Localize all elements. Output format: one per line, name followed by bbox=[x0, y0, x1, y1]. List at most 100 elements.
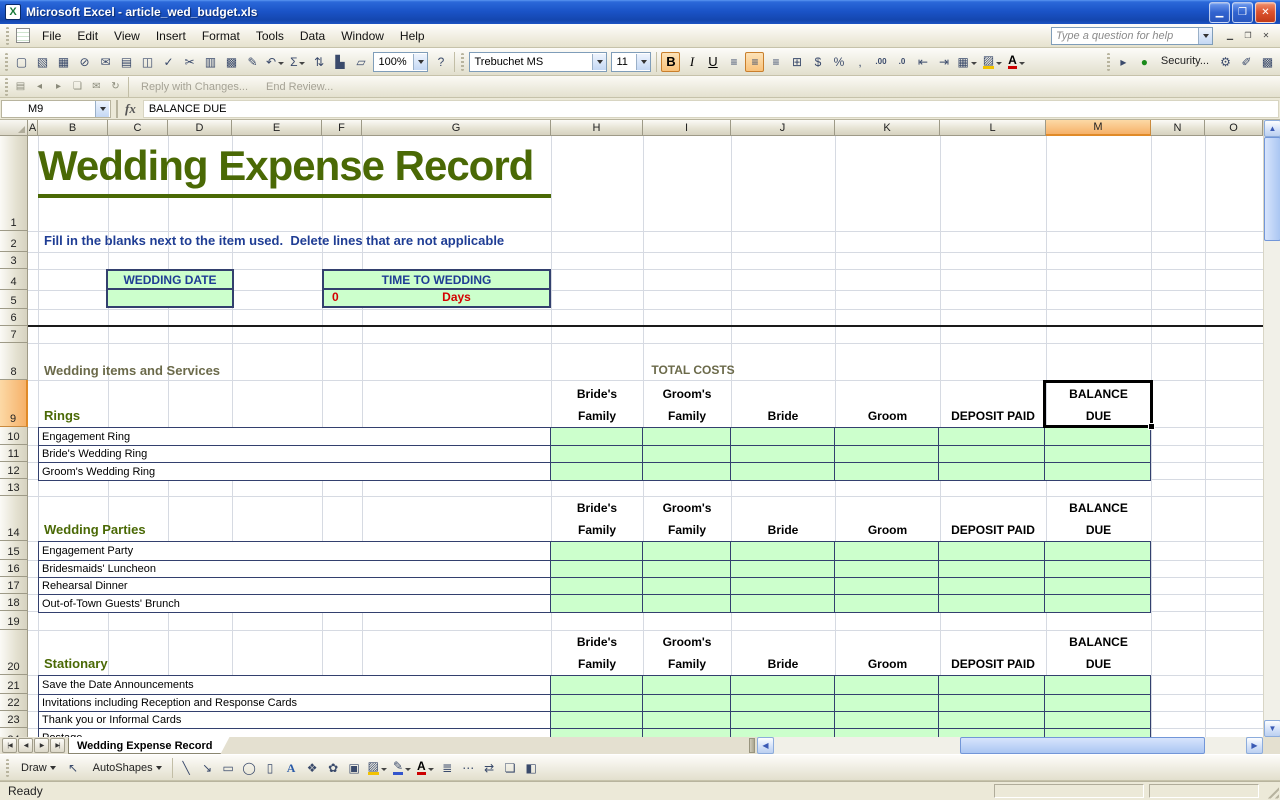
amount-cell[interactable] bbox=[1045, 428, 1150, 445]
workbook-close-button[interactable]: ✕ bbox=[1257, 28, 1275, 44]
autoshapes-menu-button[interactable]: AutoShapes bbox=[86, 758, 167, 778]
column-header-K[interactable]: K bbox=[835, 120, 940, 136]
format-painter-button[interactable]: ✎ bbox=[243, 52, 262, 72]
draw-menu-button[interactable]: Draw bbox=[14, 758, 61, 778]
run-macro-icon[interactable]: ▸ bbox=[1114, 52, 1133, 72]
row-header-7[interactable]: 7 bbox=[0, 326, 28, 343]
last-sheet-button[interactable]: ▶| bbox=[50, 738, 65, 753]
row-header-3[interactable]: 3 bbox=[0, 252, 28, 269]
amount-cell[interactable] bbox=[643, 446, 731, 462]
currency-style-button[interactable]: $ bbox=[808, 52, 827, 72]
amount-cell[interactable] bbox=[643, 729, 731, 737]
chevron-down-icon[interactable] bbox=[413, 54, 427, 70]
amount-cell[interactable] bbox=[731, 561, 835, 577]
menu-item[interactable]: File bbox=[34, 26, 69, 46]
amount-cell[interactable] bbox=[835, 542, 940, 560]
spelling-button[interactable]: ✓ bbox=[159, 52, 178, 72]
increase-decimal-button[interactable]: .00 bbox=[871, 52, 890, 72]
amount-cell[interactable] bbox=[835, 595, 940, 612]
sort-ascending-button[interactable]: ⇅ bbox=[309, 52, 328, 72]
row-header-18[interactable]: 18 bbox=[0, 594, 28, 611]
save-button[interactable]: ▦ bbox=[54, 52, 73, 72]
paste-button[interactable]: ▩ bbox=[222, 52, 241, 72]
amount-cell[interactable] bbox=[551, 578, 643, 594]
previous-comment-icon[interactable]: ◂ bbox=[31, 78, 48, 95]
amount-cell[interactable] bbox=[551, 428, 643, 445]
print-preview-button[interactable]: ◫ bbox=[138, 52, 157, 72]
percent-style-button[interactable]: % bbox=[829, 52, 848, 72]
help-question-box[interactable] bbox=[1051, 27, 1213, 45]
amount-cell[interactable] bbox=[1045, 578, 1150, 594]
properties-icon[interactable]: ▩ bbox=[1258, 52, 1277, 72]
item-name-cell[interactable]: Rehearsal Dinner bbox=[39, 578, 551, 594]
amount-cell[interactable] bbox=[939, 595, 1045, 612]
resize-grip[interactable] bbox=[1264, 784, 1279, 799]
3d-style-icon[interactable]: ◧ bbox=[522, 758, 541, 778]
amount-cell[interactable] bbox=[643, 561, 731, 577]
autosum-button[interactable]: Σ bbox=[288, 52, 307, 72]
column-header-D[interactable]: D bbox=[168, 120, 232, 136]
horizontal-scrollbar[interactable]: ◀ ▶ bbox=[757, 737, 1263, 754]
menu-item[interactable]: View bbox=[106, 26, 148, 46]
name-box-dropdown[interactable] bbox=[95, 100, 111, 118]
row-header-12[interactable]: 12 bbox=[0, 462, 28, 479]
help-question-input[interactable] bbox=[1052, 30, 1198, 42]
amount-cell[interactable] bbox=[1045, 463, 1150, 480]
amount-cell[interactable] bbox=[835, 712, 940, 728]
amount-cell[interactable] bbox=[835, 561, 940, 577]
days-count-cell[interactable]: 0 bbox=[332, 290, 339, 304]
open-button[interactable]: ▧ bbox=[33, 52, 52, 72]
amount-cell[interactable] bbox=[1045, 676, 1150, 694]
amount-cell[interactable] bbox=[643, 712, 731, 728]
show-all-comments-icon[interactable]: ❏ bbox=[69, 78, 86, 95]
item-name-cell[interactable]: Out-of-Town Guests' Brunch bbox=[39, 595, 551, 612]
amount-cell[interactable] bbox=[939, 729, 1045, 737]
amount-cell[interactable] bbox=[939, 695, 1045, 711]
amount-cell[interactable] bbox=[643, 428, 731, 445]
item-name-cell[interactable]: Save the Date Announcements bbox=[39, 676, 551, 694]
font-size-combo[interactable]: 11 bbox=[611, 52, 651, 72]
column-header-F[interactable]: F bbox=[322, 120, 362, 136]
reply-with-changes-button[interactable]: Reply with Changes... bbox=[132, 81, 257, 93]
amount-cell[interactable] bbox=[551, 595, 643, 612]
item-name-cell[interactable]: Groom's Wedding Ring bbox=[39, 463, 551, 480]
visual-basic-editor-icon[interactable]: ⚙ bbox=[1216, 52, 1235, 72]
menu-item[interactable]: Window bbox=[333, 26, 392, 46]
previous-sheet-button[interactable]: ◀ bbox=[18, 738, 33, 753]
zoom-combo[interactable]: 100% bbox=[373, 52, 428, 72]
sheet-tab[interactable]: Wedding Expense Record bbox=[68, 737, 230, 754]
column-header-H[interactable]: H bbox=[551, 120, 643, 136]
security-button[interactable]: Security... bbox=[1156, 52, 1214, 72]
chart-wizard-button[interactable]: ▙ bbox=[330, 52, 349, 72]
amount-cell[interactable] bbox=[835, 695, 940, 711]
diagram-icon[interactable]: ❖ bbox=[303, 758, 322, 778]
row-header-19[interactable]: 19 bbox=[0, 611, 28, 630]
workbook-minimize-button[interactable]: ▁ bbox=[1221, 28, 1239, 44]
amount-cell[interactable] bbox=[731, 729, 835, 737]
select-objects-button[interactable]: ↖ bbox=[64, 758, 83, 778]
amount-cell[interactable] bbox=[939, 542, 1045, 560]
selected-cell-M9[interactable] bbox=[1043, 380, 1153, 428]
toolbar-grip[interactable] bbox=[461, 53, 464, 71]
time-to-wedding-box[interactable]: TIME TO WEDDING 0 Days bbox=[322, 269, 551, 308]
amount-cell[interactable] bbox=[1045, 446, 1150, 462]
align-left-button[interactable]: ≡ bbox=[724, 52, 743, 72]
column-header-G[interactable]: G bbox=[362, 120, 551, 136]
amount-cell[interactable] bbox=[551, 729, 643, 737]
rectangle-icon[interactable]: ▭ bbox=[219, 758, 238, 778]
row-header-6[interactable]: 6 bbox=[0, 309, 28, 326]
column-header-C[interactable]: C bbox=[108, 120, 168, 136]
amount-cell[interactable] bbox=[731, 712, 835, 728]
item-name-cell[interactable]: Engagement Party bbox=[39, 542, 551, 560]
scroll-down-button[interactable]: ▼ bbox=[1264, 720, 1280, 737]
row-header-4[interactable]: 4 bbox=[0, 269, 28, 290]
amount-cell[interactable] bbox=[835, 428, 940, 445]
amount-cell[interactable] bbox=[1045, 712, 1150, 728]
amount-cell[interactable] bbox=[643, 463, 731, 480]
help-button[interactable]: ? bbox=[431, 52, 450, 72]
sheet-area[interactable]: Wedding Expense Record Fill in the blank… bbox=[28, 136, 1263, 737]
vertical-scrollbar[interactable]: ▲ ▼ bbox=[1263, 120, 1280, 737]
new-file-button[interactable]: ▢ bbox=[12, 52, 31, 72]
column-header-M[interactable]: M bbox=[1046, 120, 1151, 136]
item-name-cell[interactable]: Thank you or Informal Cards bbox=[39, 712, 551, 728]
